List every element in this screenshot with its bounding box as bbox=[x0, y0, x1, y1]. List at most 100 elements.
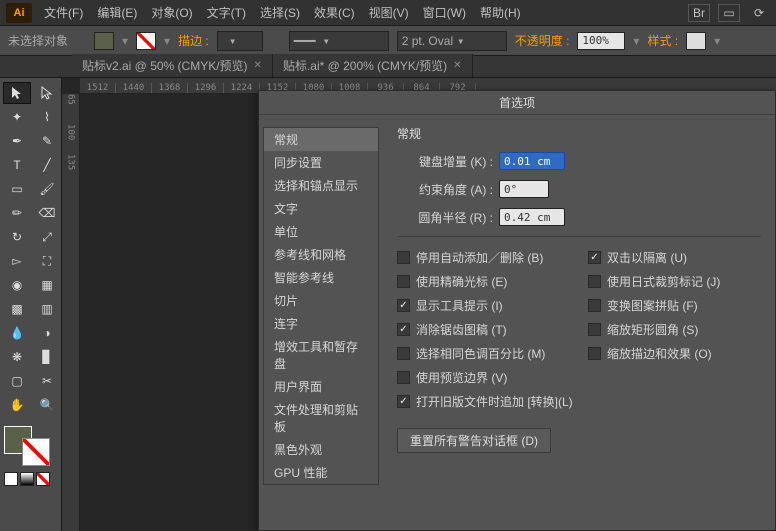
direct-select-tool[interactable] bbox=[33, 82, 61, 104]
sidebar-item-smartguides[interactable]: 智能参考线 bbox=[264, 266, 378, 289]
free-transform-tool[interactable]: ⛶ bbox=[33, 250, 61, 272]
corner-radius-input[interactable] bbox=[499, 208, 565, 226]
sidebar-item-gpu[interactable]: GPU 性能 bbox=[264, 461, 378, 484]
hand-tool[interactable]: ✋ bbox=[3, 394, 31, 416]
perspective-tool[interactable]: ▦ bbox=[33, 274, 61, 296]
check-scale-corners[interactable]: 缩放矩形圆角 (S) bbox=[588, 321, 761, 338]
sidebar-item-units[interactable]: 单位 bbox=[264, 220, 378, 243]
sidebar-item-guides[interactable]: 参考线和网格 bbox=[264, 243, 378, 266]
selection-status: 未选择对象 bbox=[8, 32, 68, 49]
selection-tool[interactable] bbox=[3, 82, 31, 104]
dialog-main: 常规 键盘增量 (K) : 约束角度 (A) : 圆角半径 (R) : bbox=[383, 115, 775, 530]
menu-help[interactable]: 帮助(H) bbox=[474, 1, 527, 24]
shape-builder-tool[interactable]: ◉ bbox=[3, 274, 31, 296]
document-tabs: 贴标v2.ai @ 50% (CMYK/预览)✕ 贴标.ai* @ 200% (… bbox=[0, 56, 776, 78]
menu-object[interactable]: 对象(O) bbox=[145, 1, 198, 24]
rotate-tool[interactable]: ↻ bbox=[3, 226, 31, 248]
check-scale-strokes[interactable]: 缩放描边和效果 (O) bbox=[588, 345, 761, 362]
sidebar-item-general[interactable]: 常规 bbox=[264, 128, 378, 151]
sync-icon[interactable]: ⟳ bbox=[748, 4, 770, 22]
brush-select[interactable]: 2 pt. Oval ▾ bbox=[397, 31, 507, 51]
constrain-angle-label: 约束角度 (A) : bbox=[397, 181, 493, 198]
sidebar-item-type[interactable]: 文字 bbox=[264, 197, 378, 220]
rectangle-tool[interactable]: ▭ bbox=[3, 178, 31, 200]
fill-stroke-control[interactable] bbox=[4, 426, 57, 466]
stroke-profile-select[interactable]: ━━━ ▾ bbox=[289, 31, 389, 51]
bridge-icon[interactable]: Br bbox=[688, 4, 710, 22]
magic-wand-tool[interactable]: ✦ bbox=[3, 106, 31, 128]
stroke-swatch[interactable] bbox=[136, 32, 156, 50]
menu-edit[interactable]: 编辑(E) bbox=[91, 1, 143, 24]
keyboard-increment-label: 键盘增量 (K) : bbox=[397, 153, 493, 170]
check-append-converted[interactable]: 打开旧版文件时追加 [转换](L) bbox=[397, 393, 761, 410]
gradient-mode[interactable] bbox=[20, 472, 34, 486]
eyedropper-tool[interactable]: 💧 bbox=[3, 322, 31, 344]
artboard-tool[interactable]: ▢ bbox=[3, 370, 31, 392]
reset-warnings-button[interactable]: 重置所有警告对话框 (D) bbox=[397, 428, 551, 453]
scale-tool[interactable]: ⤢ bbox=[33, 226, 61, 248]
tab-doc1[interactable]: 贴标v2.ai @ 50% (CMYK/预览)✕ bbox=[72, 54, 273, 77]
sidebar-item-slices[interactable]: 切片 bbox=[264, 289, 378, 312]
sidebar-item-plugins[interactable]: 增效工具和暂存盘 bbox=[264, 335, 378, 375]
close-icon[interactable]: ✕ bbox=[453, 60, 461, 71]
close-icon[interactable]: ✕ bbox=[254, 60, 262, 71]
arrange-icon[interactable]: ▭ bbox=[718, 4, 740, 22]
menu-window[interactable]: 窗口(W) bbox=[417, 1, 472, 24]
brush-tool[interactable]: 🖌 bbox=[33, 178, 61, 200]
check-precise-cursor[interactable]: 使用精确光标 (E) bbox=[397, 273, 570, 290]
sidebar-item-anchors[interactable]: 选择和锚点显示 bbox=[264, 174, 378, 197]
check-double-click-isolate[interactable]: 双击以隔离 (U) bbox=[588, 249, 761, 266]
type-tool[interactable]: T bbox=[3, 154, 31, 176]
check-disable-auto-add[interactable]: 停用自动添加／删除 (B) bbox=[397, 249, 570, 266]
preferences-dialog: 首选项 常规 同步设置 选择和锚点显示 文字 单位 参考线和网格 智能参考线 切… bbox=[258, 90, 776, 531]
constrain-angle-input[interactable] bbox=[499, 180, 549, 198]
section-title: 常规 bbox=[397, 125, 761, 142]
sidebar-item-black[interactable]: 黑色外观 bbox=[264, 438, 378, 461]
curvature-tool[interactable]: ✎ bbox=[33, 130, 61, 152]
check-tool-tips[interactable]: 显示工具提示 (I) bbox=[397, 297, 570, 314]
sidebar-item-sync[interactable]: 同步设置 bbox=[264, 151, 378, 174]
zoom-tool[interactable]: 🔍 bbox=[33, 394, 61, 416]
check-preview-bounds[interactable]: 使用预览边界 (V) bbox=[397, 369, 570, 386]
slice-tool[interactable]: ✂ bbox=[33, 370, 61, 392]
menubar: Ai 文件(F) 编辑(E) 对象(O) 文字(T) 选择(S) 效果(C) 视… bbox=[0, 0, 776, 26]
opacity-label: 不透明度 : bbox=[515, 32, 570, 49]
graph-tool[interactable]: ▊ bbox=[33, 346, 61, 368]
checkbox-grid: 停用自动添加／删除 (B) 双击以隔离 (U) 使用精确光标 (E) 使用日式裁… bbox=[397, 249, 761, 410]
check-japanese-crop[interactable]: 使用日式裁剪标记 (J) bbox=[588, 273, 761, 290]
width-tool[interactable]: ▻ bbox=[3, 250, 31, 272]
eraser-tool[interactable]: ⌫ bbox=[33, 202, 61, 224]
canvas[interactable]: 1512144013681296122411521080100893686479… bbox=[62, 78, 776, 531]
blend-tool[interactable]: ◑ bbox=[33, 322, 61, 344]
sidebar-item-filehandling[interactable]: 文件处理和剪贴板 bbox=[264, 398, 378, 438]
sidebar-item-ui[interactable]: 用户界面 bbox=[264, 375, 378, 398]
lasso-tool[interactable]: ⌇ bbox=[33, 106, 61, 128]
opacity-input[interactable] bbox=[577, 32, 625, 50]
keyboard-increment-input[interactable] bbox=[499, 152, 565, 170]
ruler-vertical: 65100135 bbox=[62, 94, 80, 531]
fill-swatch[interactable] bbox=[94, 32, 114, 50]
tab-doc2[interactable]: 贴标.ai* @ 200% (CMYK/预览)✕ bbox=[273, 54, 473, 77]
style-swatch[interactable] bbox=[686, 32, 706, 50]
pen-tool[interactable]: ✒ bbox=[3, 130, 31, 152]
control-bar: 未选择对象 ▾ ▾ 描边 : ▾ ━━━ ▾ 2 pt. Oval ▾ 不透明度… bbox=[0, 26, 776, 56]
line-tool[interactable]: ╱ bbox=[33, 154, 61, 176]
menu-file[interactable]: 文件(F) bbox=[38, 1, 89, 24]
menu-select[interactable]: 选择(S) bbox=[254, 1, 306, 24]
color-mode[interactable] bbox=[4, 472, 18, 486]
check-anti-alias[interactable]: 消除锯齿图稿 (T) bbox=[397, 321, 570, 338]
menu-effect[interactable]: 效果(C) bbox=[308, 1, 361, 24]
check-same-tint[interactable]: 选择相同色调百分比 (M) bbox=[397, 345, 570, 362]
stroke-color[interactable] bbox=[22, 438, 50, 466]
none-mode[interactable] bbox=[36, 472, 50, 486]
dialog-title: 首选项 bbox=[259, 91, 775, 115]
menu-view[interactable]: 视图(V) bbox=[363, 1, 415, 24]
symbol-tool[interactable]: ❋ bbox=[3, 346, 31, 368]
sidebar-item-hyphen[interactable]: 连字 bbox=[264, 312, 378, 335]
mesh-tool[interactable]: ▩ bbox=[3, 298, 31, 320]
pencil-tool[interactable]: ✏ bbox=[3, 202, 31, 224]
stroke-weight-select[interactable]: ▾ bbox=[217, 31, 263, 51]
gradient-tool[interactable]: ▥ bbox=[33, 298, 61, 320]
check-transform-pattern[interactable]: 变换图案拼贴 (F) bbox=[588, 297, 761, 314]
menu-type[interactable]: 文字(T) bbox=[201, 1, 252, 24]
